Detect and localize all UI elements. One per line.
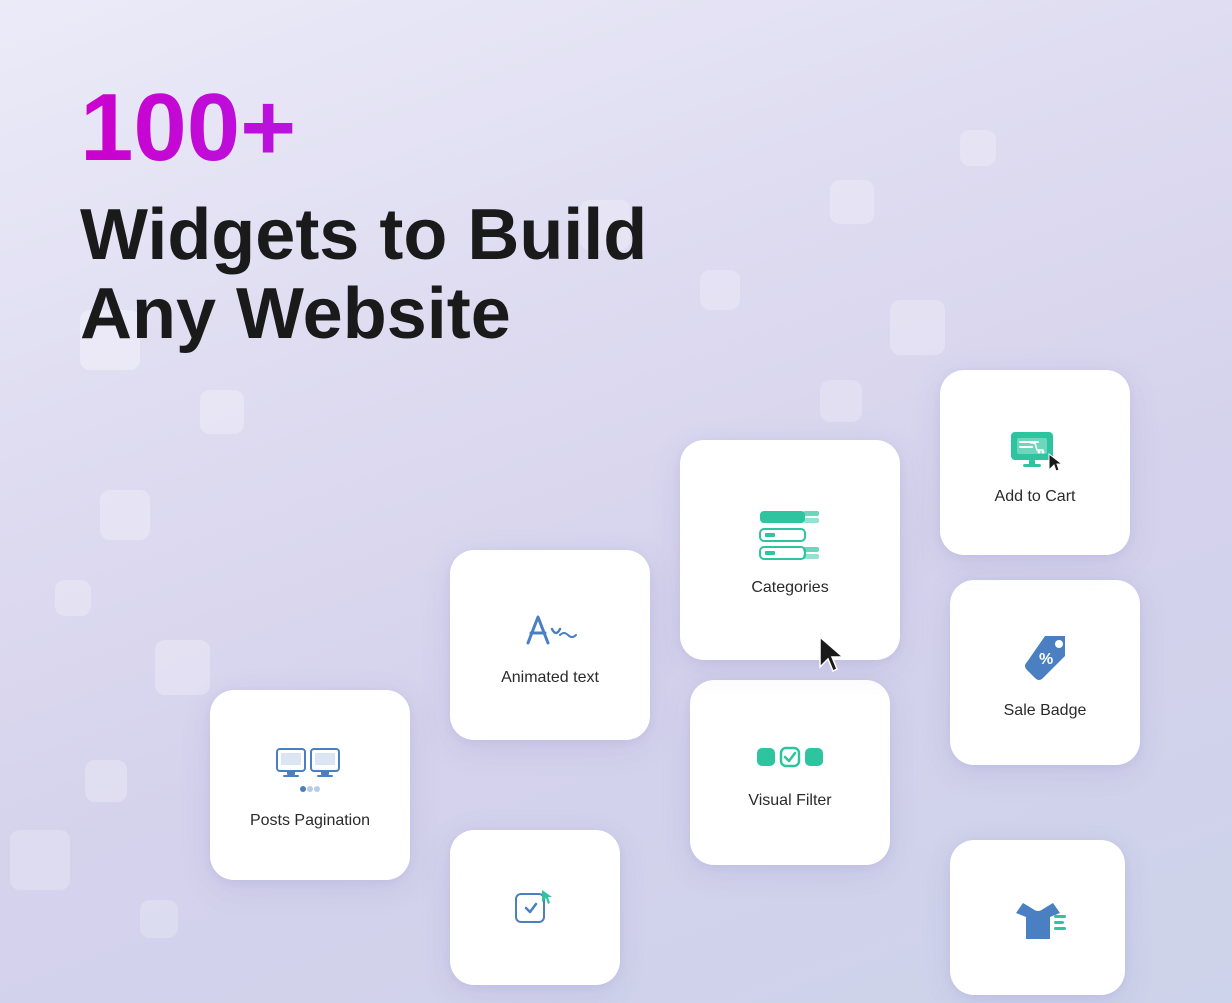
widget-card-sale-badge[interactable]: % Sale Badge <box>950 580 1140 765</box>
decorative-square-4 <box>155 640 210 695</box>
widget-card-add-to-cart[interactable]: Add to Cart <box>940 370 1130 555</box>
sale-badge-icon: % <box>1015 630 1075 690</box>
decorative-square-7 <box>140 900 178 938</box>
tag-cursor-icon <box>508 882 563 937</box>
visual-filter-label: Visual Filter <box>748 792 831 810</box>
add-to-cart-icon <box>1003 424 1068 476</box>
widget-card-posts-pagination[interactable]: Posts Pagination <box>210 690 410 880</box>
main-container: 100+ Widgets to Build Any Website <box>0 0 1232 1003</box>
hero-subtitle: Widgets to Build Any Website <box>80 196 647 354</box>
posts-pagination-label: Posts Pagination <box>250 812 370 830</box>
categories-label: Categories <box>751 579 828 597</box>
add-to-cart-label: Add to Cart <box>995 488 1076 506</box>
decorative-square-9 <box>700 270 740 310</box>
hero-section: 100+ Widgets to Build Any Website <box>80 80 647 354</box>
decorative-square-10 <box>830 180 874 224</box>
decorative-square-1 <box>200 390 244 434</box>
decorative-square-6 <box>10 830 70 890</box>
decorative-square-3 <box>55 580 91 616</box>
widget-card-bottom-left[interactable] <box>450 830 620 985</box>
animated-text-label: Animated text <box>501 669 599 687</box>
cursor-icon <box>816 635 852 675</box>
decorative-square-12 <box>890 300 945 355</box>
visual-filter-icon <box>755 740 825 780</box>
widget-card-animated-text[interactable]: Animated text <box>450 550 650 740</box>
svg-text:%: % <box>1039 651 1053 668</box>
widget-card-visual-filter[interactable]: Visual Filter <box>690 680 890 865</box>
decorative-square-2 <box>100 490 150 540</box>
decorative-square-13 <box>820 380 862 422</box>
widget-card-bottom-right[interactable] <box>950 840 1125 995</box>
animated-text-icon <box>518 607 583 657</box>
decorative-square-11 <box>960 130 996 166</box>
posts-pagination-icon <box>275 745 345 800</box>
tshirt-icon <box>1008 895 1068 945</box>
decorative-square-5 <box>85 760 127 802</box>
hero-number: 100+ <box>80 80 647 176</box>
widget-card-categories[interactable]: Categories <box>680 440 900 660</box>
sale-badge-label: Sale Badge <box>1004 702 1087 720</box>
categories-icon <box>755 507 825 567</box>
